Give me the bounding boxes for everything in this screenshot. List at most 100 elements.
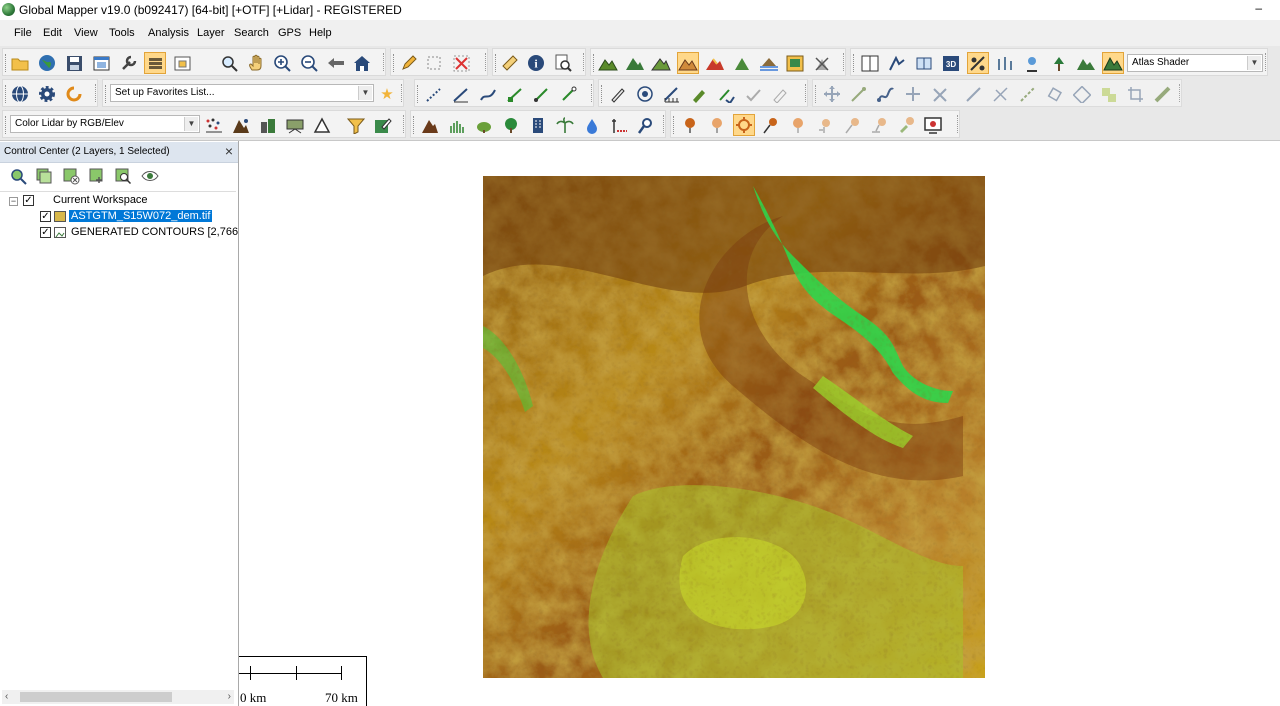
lidar-points-icon[interactable] (203, 114, 225, 136)
layer-visibility-eye-icon[interactable] (140, 166, 160, 186)
tree-icon[interactable] (500, 114, 522, 136)
lidar-edit-icon[interactable] (372, 114, 394, 136)
cut-line-icon[interactable] (990, 83, 1012, 105)
refresh-icon[interactable] (63, 83, 85, 105)
terrain-mountain-icon[interactable] (419, 114, 441, 136)
save-icon[interactable] (63, 52, 85, 74)
move-vertex-icon[interactable] (688, 83, 710, 105)
move-vertex-cross-icon[interactable] (902, 83, 924, 105)
horizontal-scrollbar[interactable]: ‹ › (2, 690, 234, 704)
shader-select[interactable]: Atlas Shader ▼ (1127, 54, 1263, 72)
draw-polygon-icon[interactable] (504, 83, 526, 105)
edit-disabled-icon[interactable] (769, 83, 791, 105)
lidar-tree-icon[interactable] (1048, 52, 1070, 74)
crop-icon[interactable] (1125, 83, 1147, 105)
place-marker-light-icon[interactable] (706, 114, 728, 136)
measure-tape-icon[interactable] (1152, 83, 1174, 105)
lidar-color-select[interactable]: Color Lidar by RGB/Elev ▼ (10, 115, 200, 133)
workspace-label[interactable]: Current Workspace (53, 194, 148, 206)
zoom-tool-icon[interactable] (218, 52, 240, 74)
marker-move-icon[interactable] (841, 114, 863, 136)
back-arrow-icon[interactable] (325, 52, 347, 74)
draw-line-icon[interactable] (450, 83, 472, 105)
draw-line-dotted-icon[interactable] (423, 83, 445, 105)
marker-add-icon[interactable] (814, 114, 836, 136)
layer-checkbox[interactable]: ✓ (40, 227, 51, 238)
lidar-buildings-icon[interactable] (257, 114, 279, 136)
lidar-classify-icon[interactable] (1021, 52, 1043, 74)
terrain-color-icon[interactable] (704, 52, 726, 74)
building-icon[interactable] (527, 114, 549, 136)
search-layer-icon[interactable] (113, 166, 133, 186)
gps-screen-icon[interactable] (922, 114, 944, 136)
water-drop-icon[interactable] (581, 114, 603, 136)
menu-edit[interactable]: Edit (43, 27, 62, 39)
ruler-icon[interactable] (499, 52, 521, 74)
split-view-icon[interactable] (859, 52, 881, 74)
pan-hand-icon[interactable] (245, 52, 267, 74)
layer-label[interactable]: ASTGTM_S15W072_dem.tif (69, 210, 213, 222)
menu-file[interactable]: File (14, 27, 32, 39)
marker-edit-icon[interactable] (895, 114, 917, 136)
zoom-out-icon[interactable] (298, 52, 320, 74)
scroll-right-icon[interactable]: › (228, 691, 231, 702)
draw-curve-icon[interactable] (477, 83, 499, 105)
control-center-icon[interactable] (144, 52, 166, 74)
info-icon[interactable]: i (525, 52, 547, 74)
scroll-left-icon[interactable]: ‹ (5, 691, 8, 702)
view-shed-icon[interactable] (913, 52, 935, 74)
place-marker-icon[interactable] (679, 114, 701, 136)
menu-analysis[interactable]: Analysis (148, 27, 189, 39)
menu-gps[interactable]: GPS (278, 27, 301, 39)
dem-elevation-raster[interactable] (483, 176, 985, 678)
workspace-checkbox[interactable]: ✓ (23, 195, 34, 206)
zoom-in-icon[interactable] (271, 52, 293, 74)
close-layer-icon[interactable] (61, 166, 81, 186)
gps-crosshair-icon[interactable] (733, 114, 755, 136)
filter-funnel-icon[interactable] (345, 114, 367, 136)
bush-icon[interactable] (473, 114, 495, 136)
atlas-shader-icon[interactable] (1102, 52, 1124, 74)
terrain-slope-icon[interactable] (624, 52, 646, 74)
reshape-icon[interactable] (848, 83, 870, 105)
draw-edit-line-icon[interactable] (558, 83, 580, 105)
palm-tree-icon[interactable] (554, 114, 576, 136)
3d-view-icon[interactable]: 3D (940, 52, 962, 74)
overview-map-icon[interactable] (171, 52, 193, 74)
terrain-gradient-icon[interactable] (650, 52, 672, 74)
path-profile-icon[interactable] (886, 52, 908, 74)
online-data-globe-icon[interactable] (9, 83, 31, 105)
open-folder-icon[interactable] (9, 52, 31, 74)
scale-feature-icon[interactable] (1071, 83, 1093, 105)
combine-areas-icon[interactable] (1098, 83, 1120, 105)
home-icon[interactable] (351, 52, 373, 74)
join-lines-icon[interactable] (1017, 83, 1039, 105)
lidar-filter-icon[interactable] (994, 52, 1016, 74)
layer-options-icon[interactable] (34, 166, 54, 186)
terrain-peak-icon[interactable] (731, 52, 753, 74)
menu-tools[interactable]: Tools (109, 27, 135, 39)
pencil-icon[interactable] (397, 52, 419, 74)
connect-vertices-icon[interactable] (875, 83, 897, 105)
target-icon[interactable] (634, 83, 656, 105)
lidar-section-icon[interactable] (284, 114, 306, 136)
close-icon[interactable]: × (225, 143, 233, 159)
water-level-icon[interactable] (758, 52, 780, 74)
scrollbar-thumb[interactable] (20, 692, 172, 702)
minimize-button[interactable]: – (1255, 1, 1262, 15)
split-line-icon[interactable] (963, 83, 985, 105)
collapse-workspace-toggle[interactable]: − (9, 197, 18, 206)
grid-measure-icon[interactable] (661, 83, 683, 105)
layer-metadata-icon[interactable] (87, 166, 107, 186)
star-icon[interactable]: ★ (376, 83, 398, 105)
delete-vertex-icon[interactable] (929, 83, 951, 105)
power-line-icon[interactable] (608, 114, 630, 136)
feature-toggle-icon[interactable] (967, 52, 989, 74)
terrain-layer-active-icon[interactable] (677, 52, 699, 74)
favorites-select[interactable]: Set up Favorites List... ▼ (110, 84, 374, 102)
configure-gear-icon[interactable] (36, 83, 58, 105)
rotate-feature-icon[interactable] (1044, 83, 1066, 105)
vegetation-grass-icon[interactable] (446, 114, 468, 136)
globe-icon[interactable] (36, 52, 58, 74)
terrain-shade-icon[interactable] (597, 52, 619, 74)
